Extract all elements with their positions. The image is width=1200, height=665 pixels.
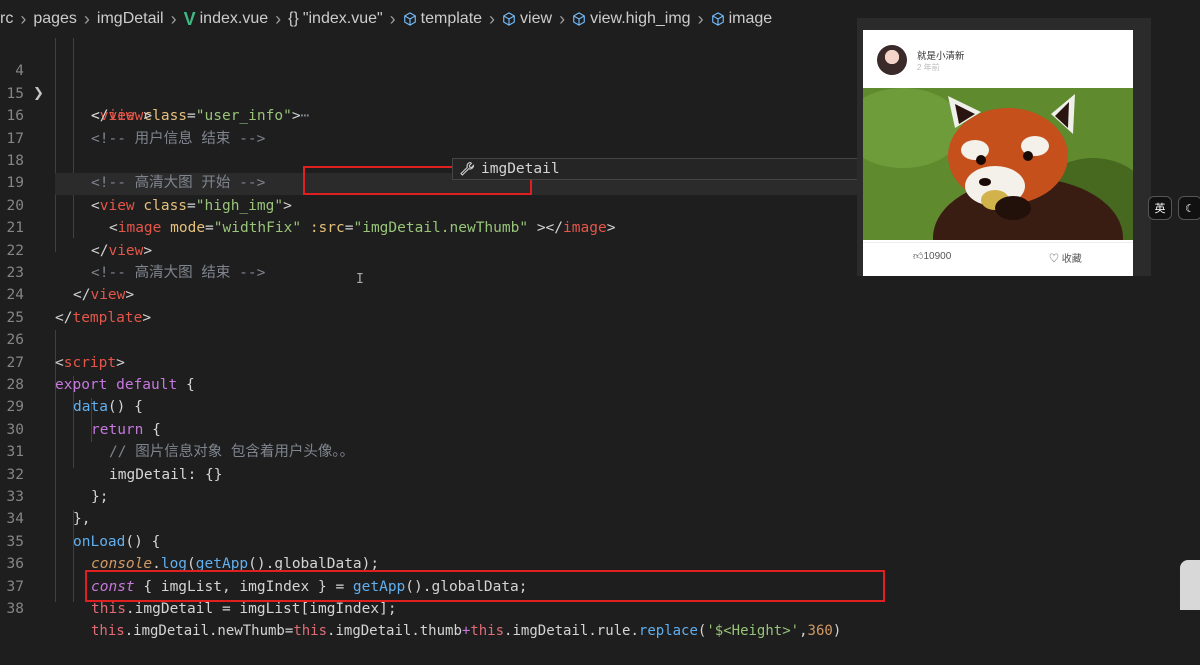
code-line[interactable]: 30 // 图片信息对象 包含着用户头像。。	[0, 396, 860, 460]
breadcrumb-item-index-vue-object[interactable]: {} "index.vue"	[288, 10, 383, 28]
code-line[interactable]: 18 <!-- 高清大图 开始 -->	[0, 128, 860, 191]
code-line[interactable]: 21 </view>	[0, 195, 860, 258]
code-line[interactable]: 15 </view>	[0, 60, 860, 124]
code-line[interactable]: 31 imgDetail: {}	[0, 419, 860, 482]
breadcrumb-item-rc[interactable]: rc	[0, 10, 13, 28]
vue-icon: V	[183, 8, 196, 29]
code-line[interactable]: 23 </view>	[0, 240, 860, 303]
cube-icon	[711, 12, 724, 26]
username: 就是小清新	[917, 51, 965, 62]
theme-toggle-button[interactable]: ☾	[1178, 196, 1200, 220]
code-line[interactable]: 26 <script>	[0, 307, 860, 370]
code-line[interactable]: 36 const { imgList, imgIndex } = getApp(…	[0, 531, 860, 594]
chevron-right-icon: ›	[697, 8, 704, 29]
code-line[interactable]: 29 return {	[0, 374, 860, 437]
chevron-right-icon: ›	[170, 8, 177, 29]
code-line[interactable]: 4 ❯ <view class="user_info">⋯	[0, 38, 860, 124]
code-line[interactable]: 16 <!-- 用户信息 结束 -->	[0, 83, 860, 146]
chevron-right-icon: ›	[83, 8, 90, 29]
code-line[interactable]: 24 </template>	[0, 262, 860, 325]
breadcrumb-item-index-vue[interactable]: V index.vue	[184, 9, 269, 30]
braces-icon: {}	[288, 10, 299, 27]
language-toggle-button[interactable]: 英	[1148, 196, 1172, 220]
stats-bar: 👍︎10900 ♡ 收藏	[863, 242, 1133, 273]
highlight-box-newthumb	[85, 570, 885, 602]
code-line[interactable]: 27 export default {	[0, 329, 860, 393]
line-number: 38	[6, 601, 24, 617]
code-line[interactable]: 28 data() {	[0, 352, 860, 415]
mouse-cursor-icon: I	[356, 272, 364, 287]
phone-screen: 就是小清新 2 年前 👍︎10900 ♡ 收藏	[863, 30, 1133, 276]
cube-icon	[403, 12, 416, 26]
thumbs-up-icon: 👍︎	[913, 251, 924, 262]
code-text: this.imgDetail.newThumb=this.imgDetail.t…	[91, 623, 842, 640]
cube-icon	[503, 12, 515, 26]
overlay-widget	[1180, 560, 1200, 610]
breadcrumb-item-view[interactable]: view	[502, 10, 552, 28]
red-panda-photo[interactable]	[863, 88, 1133, 240]
avatar[interactable]	[877, 45, 907, 75]
code-line[interactable]: 32 };	[0, 441, 860, 505]
preview-panel: 就是小清新 2 年前 👍︎10900 ♡ 收藏	[857, 18, 1151, 276]
breadcrumb-item-pages[interactable]: pages	[33, 10, 77, 28]
breadcrumb-item-view-high-img[interactable]: view.high_img	[572, 10, 691, 28]
chevron-right-icon: ›	[389, 8, 396, 29]
code-line[interactable]: 17	[0, 105, 860, 147]
code-line[interactable]: 33 },	[0, 464, 860, 527]
suggestion-label[interactable]: imgDetail	[481, 161, 560, 177]
chevron-right-icon: ›	[559, 8, 566, 29]
heart-icon: ♡	[1049, 254, 1062, 265]
like-button[interactable]: 👍︎10900	[913, 250, 951, 262]
time-ago: 2 年前	[917, 63, 940, 72]
chevron-right-icon: ›	[489, 8, 496, 29]
chevron-right-icon: ›	[20, 8, 27, 29]
code-line[interactable]: 22 <!-- 高清大图 结束 -->	[0, 217, 860, 281]
breadcrumb-item-imgdetail[interactable]: imgDetail	[97, 10, 164, 28]
favorite-button[interactable]: ♡ 收藏	[1049, 250, 1082, 265]
suggestion-widget[interactable]: imgDetail	[452, 158, 858, 180]
code-line[interactable]: 35 console.log(getApp().globalData);	[0, 508, 860, 572]
chevron-right-icon: ›	[275, 8, 282, 29]
breadcrumb-item-template[interactable]: template	[403, 10, 482, 28]
breadcrumb-item-image[interactable]: image	[711, 10, 772, 28]
wrench-icon	[457, 159, 477, 179]
code-line[interactable]: 25	[0, 284, 860, 326]
cube-icon	[573, 12, 585, 26]
code-line[interactable]: 34 onLoad() {	[0, 486, 860, 549]
